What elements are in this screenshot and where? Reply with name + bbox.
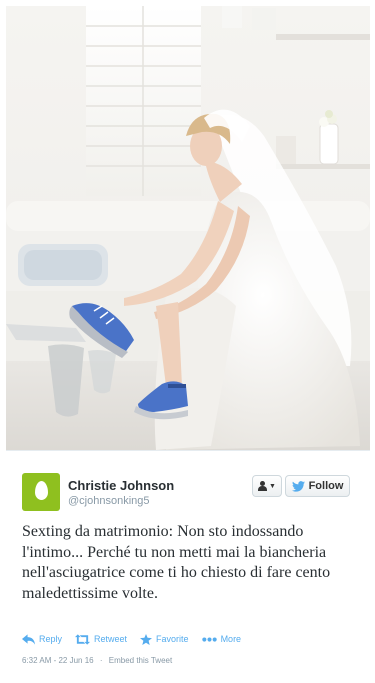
egg-avatar-icon[interactable]	[22, 473, 60, 511]
embed-tweet-link[interactable]: Embed this Tweet	[109, 656, 172, 665]
egg-shape	[35, 481, 48, 500]
reply-icon	[22, 633, 35, 645]
meta-separator: ·	[99, 656, 103, 665]
retweet-icon	[75, 633, 91, 645]
tweet-card: Christie Johnson @cjohnsonking5 ▼ Follow…	[6, 450, 370, 677]
user-actions-button[interactable]: ▼	[252, 475, 282, 497]
more-dots-icon	[201, 636, 217, 642]
bride-photo	[6, 6, 370, 450]
star-icon	[140, 633, 153, 645]
retweet-button[interactable]: Retweet	[75, 633, 128, 645]
author-handle[interactable]: @cjohnsonking5	[68, 495, 150, 507]
chevron-down-icon: ▼	[269, 482, 276, 490]
more-button[interactable]: More	[201, 634, 242, 645]
author-name[interactable]: Christie Johnson	[68, 478, 174, 493]
favorite-button[interactable]: Favorite	[140, 633, 189, 645]
follow-button[interactable]: Follow	[285, 475, 350, 497]
twitter-bird-icon	[291, 480, 305, 492]
more-label: More	[220, 634, 242, 644]
person-icon	[258, 481, 268, 491]
tweet-actions: Reply Retweet Favorite More	[22, 632, 254, 646]
tweet-timestamp[interactable]: 6:32 AM - 22 Jun 16	[22, 656, 94, 665]
favorite-label: Favorite	[156, 634, 189, 644]
follow-label: Follow	[308, 480, 344, 492]
tweet-photo[interactable]	[6, 6, 370, 450]
retweet-label: Retweet	[94, 634, 128, 644]
reply-button[interactable]: Reply	[22, 633, 63, 645]
reply-label: Reply	[39, 634, 63, 644]
tweet-text: Sexting da matrimonio: Non sto indossand…	[22, 523, 331, 602]
tweet-meta: 6:32 AM - 22 Jun 16 · Embed this Tweet	[22, 656, 172, 665]
